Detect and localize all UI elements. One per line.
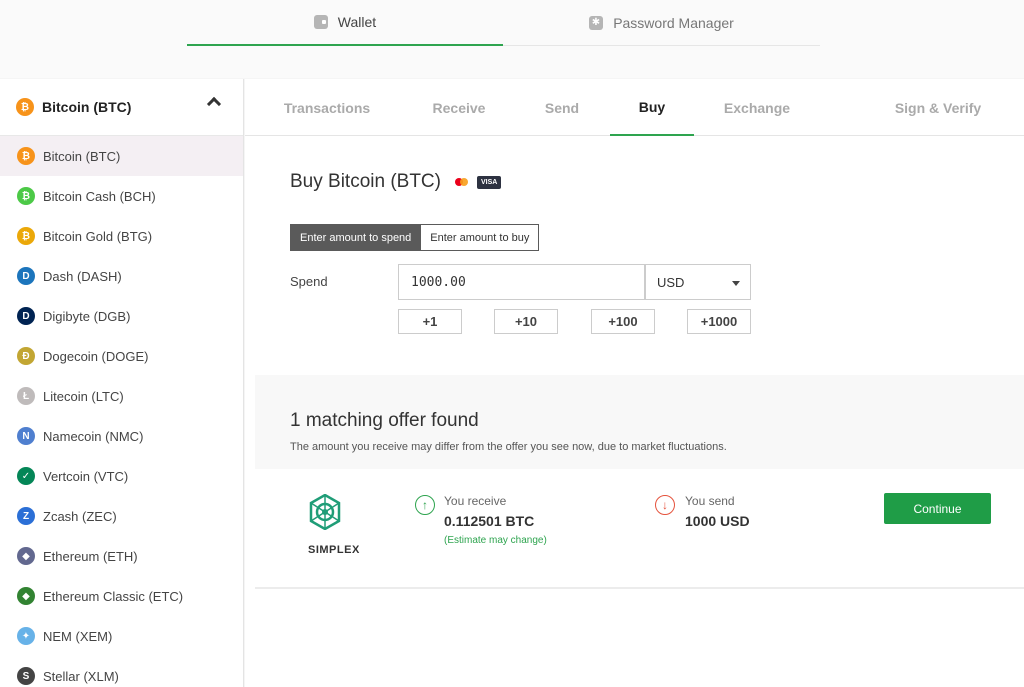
sidebar-coin-item[interactable]: Ł Litecoin (LTC) bbox=[0, 376, 243, 416]
bitcoin-cash-icon: ₿ bbox=[17, 187, 35, 205]
tab-send[interactable]: Send bbox=[529, 79, 595, 136]
tab-transactions[interactable]: Transactions bbox=[265, 79, 389, 136]
sidebar-coin-item[interactable]: ◆ Ethereum Classic (ETC) bbox=[0, 576, 243, 616]
coin-list: ₿ Bitcoin (BTC) ₿ Bitcoin Cash (BCH) ₿ Bitcoi… bbox=[0, 136, 243, 687]
add-100-button[interactable]: +100 bbox=[591, 309, 655, 334]
coin-sidebar: ₿ Bitcoin (BTC) ₿ Bitcoin (BTC) ₿ Bitcoin C… bbox=[0, 79, 244, 687]
spend-amount-input[interactable]: 1000.00 bbox=[398, 264, 645, 300]
top-tab-password-manager[interactable]: Password Manager bbox=[503, 0, 820, 46]
spend-label: Spend bbox=[290, 274, 328, 289]
tab-exchange[interactable]: Exchange bbox=[711, 79, 803, 136]
ethereum-classic-icon: ◆ bbox=[17, 587, 35, 605]
sidebar-coin-item[interactable]: ◆ Ethereum (ETH) bbox=[0, 536, 243, 576]
buy-header: Buy Bitcoin (BTC) VISA bbox=[290, 171, 502, 193]
offers-subtitle: The amount you receive may differ from t… bbox=[290, 441, 727, 453]
enter-amount-to-buy-button[interactable]: Enter amount to buy bbox=[421, 224, 540, 251]
sidebar-coin-label: Namecoin (NMC) bbox=[43, 428, 144, 444]
dash-icon: D bbox=[17, 267, 35, 285]
amount-mode-toggle: Enter amount to spend Enter amount to bu… bbox=[290, 224, 540, 251]
password-manager-icon bbox=[589, 15, 604, 30]
sidebar-coin-item[interactable]: D Dash (DASH) bbox=[0, 256, 243, 296]
bitcoin-gold-icon: ₿ bbox=[17, 227, 35, 245]
offer-row: SIMPLEX ↑ You receive 0.112501 BTC (Esti… bbox=[255, 469, 1024, 589]
zcash-icon: Z bbox=[17, 507, 35, 525]
tab-buy[interactable]: Buy bbox=[610, 79, 694, 136]
send-label: You send bbox=[685, 494, 735, 508]
dogecoin-icon: Ð bbox=[17, 347, 35, 365]
top-tab-wallet[interactable]: Wallet bbox=[187, 0, 503, 46]
sidebar-coin-label: Digibyte (DGB) bbox=[43, 308, 131, 324]
ethereum-icon: ◆ bbox=[17, 547, 35, 565]
sidebar-coin-label: Stellar (XLM) bbox=[43, 668, 119, 684]
main-panel: Transactions Receive Send Buy Exchange S… bbox=[245, 79, 1024, 687]
namecoin-icon: N bbox=[17, 427, 35, 445]
top-tab-bar: Wallet Password Manager bbox=[0, 0, 1024, 78]
sidebar-coin-item[interactable]: ₿ Bitcoin (BTC) bbox=[0, 136, 243, 176]
sidebar-coin-item[interactable]: Z Zcash (ZEC) bbox=[0, 496, 243, 536]
add-1000-button[interactable]: +1000 bbox=[687, 309, 751, 334]
arrow-down-icon: ↓ bbox=[655, 495, 675, 515]
vertcoin-icon: ✓ bbox=[17, 467, 35, 485]
offers-section: 1 matching offer found The amount you re… bbox=[255, 375, 1024, 469]
sidebar-coin-item[interactable]: N Namecoin (NMC) bbox=[0, 416, 243, 456]
page-title: Buy Bitcoin (BTC) bbox=[290, 171, 441, 192]
wallet-tabs: Transactions Receive Send Buy Exchange S… bbox=[245, 79, 1024, 136]
arrow-up-icon: ↑ bbox=[415, 495, 435, 515]
mastercard-icon bbox=[454, 177, 469, 187]
currency-value: USD bbox=[657, 274, 685, 290]
sidebar-coin-label: Ethereum Classic (ETC) bbox=[43, 588, 184, 604]
sidebar-coin-item[interactable]: D Digibyte (DGB) bbox=[0, 296, 243, 336]
sidebar-coin-label: NEM (XEM) bbox=[43, 628, 113, 644]
sidebar-coin-item[interactable]: ₿ Bitcoin Gold (BTG) bbox=[0, 216, 243, 256]
sidebar-coin-label: Bitcoin (BTC) bbox=[43, 148, 121, 164]
tab-receive[interactable]: Receive bbox=[415, 79, 503, 136]
add-10-button[interactable]: +10 bbox=[494, 309, 558, 334]
currency-select[interactable]: USD bbox=[645, 264, 751, 300]
sidebar-coin-item[interactable]: S Stellar (XLM) bbox=[0, 656, 243, 687]
visa-icon: VISA bbox=[476, 175, 502, 189]
chevron-up-icon[interactable] bbox=[206, 96, 222, 112]
sidebar-coin-item[interactable]: ₿ Bitcoin Cash (BCH) bbox=[0, 176, 243, 216]
offers-title: 1 matching offer found bbox=[290, 410, 479, 431]
send-value: 1000 USD bbox=[685, 513, 750, 529]
receive-note: (Estimate may change) bbox=[444, 535, 547, 546]
receive-label: You receive bbox=[444, 494, 507, 508]
sidebar-coin-label: Bitcoin Cash (BCH) bbox=[43, 188, 156, 204]
litecoin-icon: Ł bbox=[17, 387, 35, 405]
sidebar-coin-label: Dash (DASH) bbox=[43, 268, 122, 284]
wallet-icon bbox=[313, 15, 328, 29]
simplex-logo-icon bbox=[309, 494, 341, 530]
sidebar-coin-label: Bitcoin Gold (BTG) bbox=[43, 228, 153, 244]
provider-name: SIMPLEX bbox=[308, 544, 360, 556]
sidebar-coin-label: Vertcoin (VTC) bbox=[43, 468, 129, 484]
tab-sign-verify[interactable]: Sign & Verify bbox=[875, 79, 1001, 136]
receive-value: 0.112501 BTC bbox=[444, 513, 535, 529]
top-tab-label: Password Manager bbox=[613, 14, 734, 31]
selected-coin-label: Bitcoin (BTC) bbox=[42, 99, 132, 115]
continue-button[interactable]: Continue bbox=[884, 493, 991, 524]
sidebar-coin-item[interactable]: ✦ NEM (XEM) bbox=[0, 616, 243, 656]
bitcoin-icon: ₿ bbox=[16, 98, 34, 116]
sidebar-coin-item[interactable]: ✓ Vertcoin (VTC) bbox=[0, 456, 243, 496]
sidebar-coin-label: Ethereum (ETH) bbox=[43, 548, 138, 564]
add-1-button[interactable]: +1 bbox=[398, 309, 462, 334]
sidebar-coin-label: Litecoin (LTC) bbox=[43, 388, 124, 404]
digibyte-icon: D bbox=[17, 307, 35, 325]
top-tab-label: Wallet bbox=[337, 14, 377, 30]
sidebar-coin-label: Zcash (ZEC) bbox=[43, 508, 117, 524]
sidebar-coin-item[interactable]: Ð Dogecoin (DOGE) bbox=[0, 336, 243, 376]
bitcoin-icon: ₿ bbox=[17, 147, 35, 165]
stellar-icon: S bbox=[17, 667, 35, 685]
sidebar-coin-label: Dogecoin (DOGE) bbox=[43, 348, 149, 364]
enter-amount-to-spend-button[interactable]: Enter amount to spend bbox=[290, 224, 422, 251]
nem-icon: ✦ bbox=[17, 627, 35, 645]
coin-selector-header[interactable]: ₿ Bitcoin (BTC) bbox=[0, 79, 243, 136]
caret-down-icon bbox=[732, 281, 740, 286]
